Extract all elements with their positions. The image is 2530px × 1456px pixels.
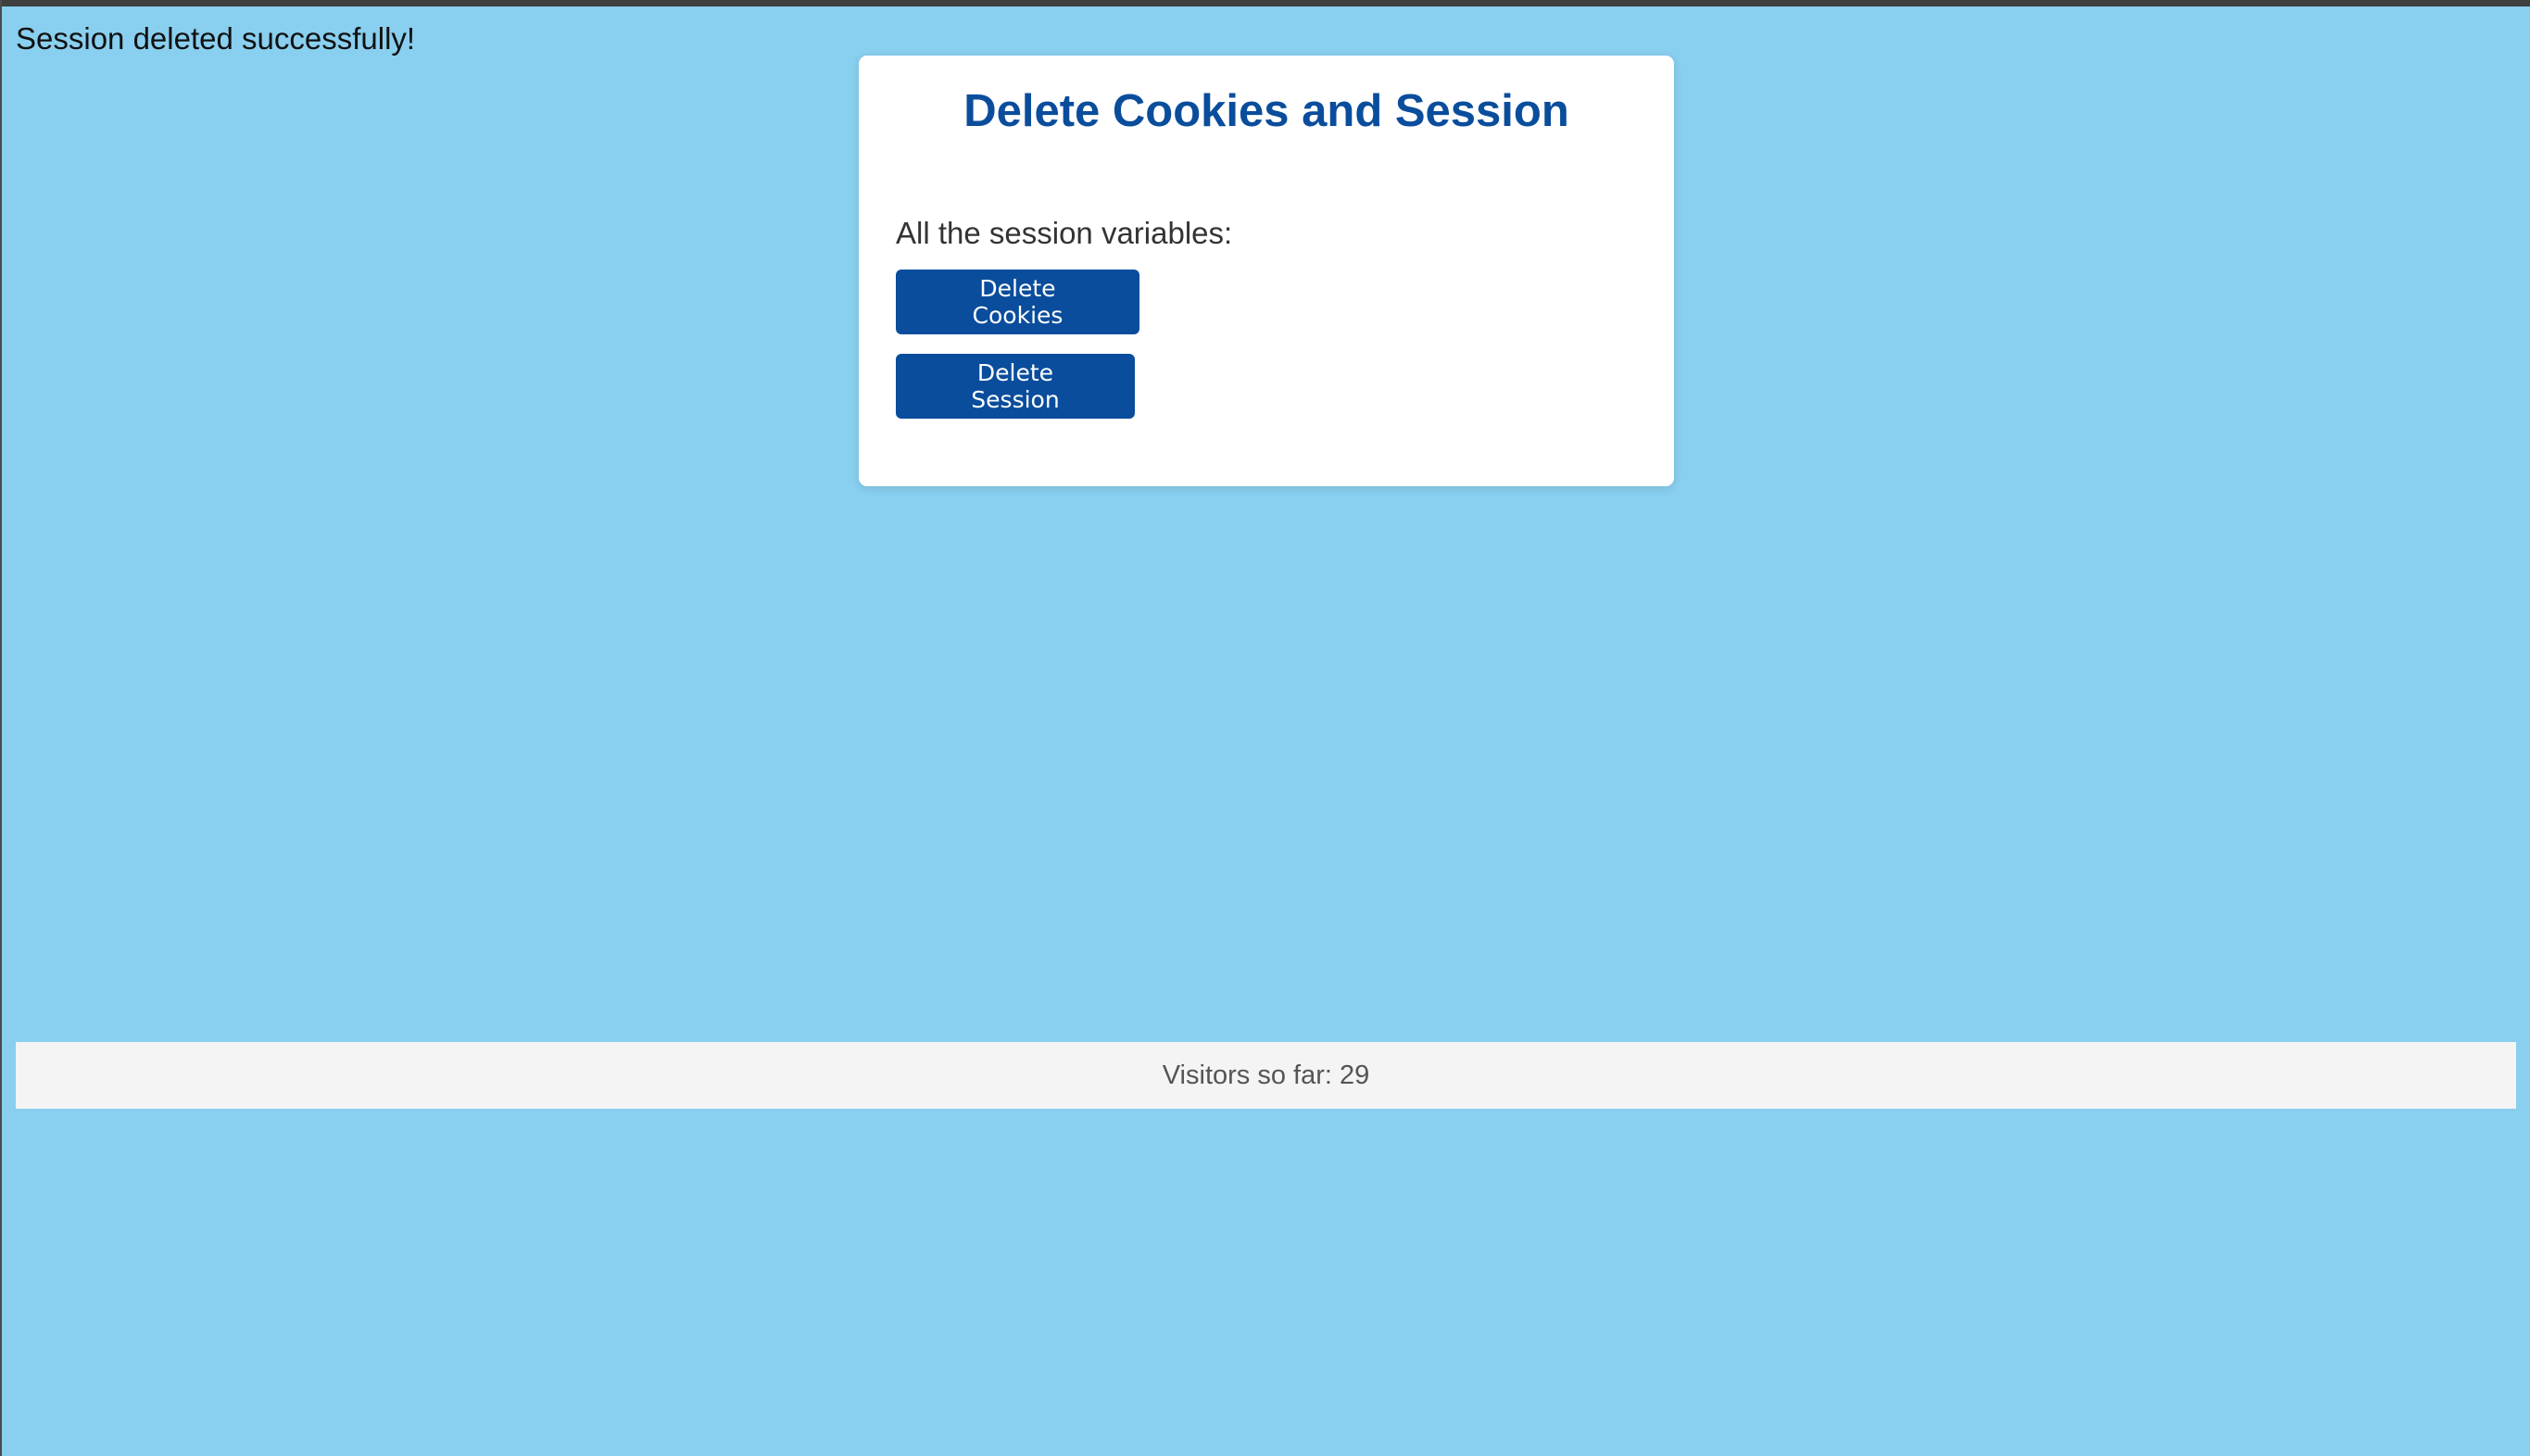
visitor-count: Visitors so far: 29 bbox=[1162, 1060, 1370, 1090]
delete-session-button[interactable]: Delete Session bbox=[896, 354, 1135, 419]
delete-panel-card: Delete Cookies and Session All the sessi… bbox=[859, 56, 1674, 486]
page-title: Delete Cookies and Session bbox=[963, 86, 1569, 136]
window-top-border bbox=[0, 0, 2530, 6]
status-message: Session deleted successfully! bbox=[16, 21, 416, 56]
session-variables-label: All the session variables: bbox=[896, 216, 1233, 250]
delete-cookies-button[interactable]: Delete Cookies bbox=[896, 270, 1139, 334]
window-left-border bbox=[0, 0, 2, 1456]
footer: Visitors so far: 29 bbox=[16, 1042, 2516, 1109]
